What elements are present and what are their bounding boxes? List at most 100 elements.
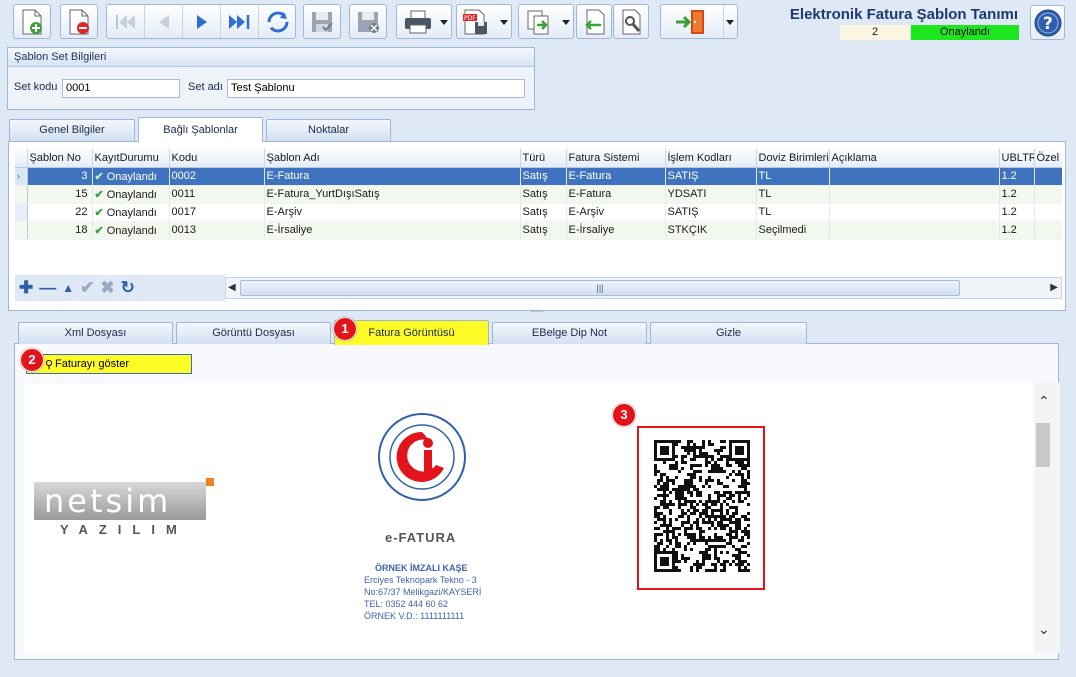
cell-desc[interactable] bbox=[829, 185, 1000, 204]
cancel-save-button[interactable] bbox=[349, 4, 387, 39]
column-header[interactable]: Kodu bbox=[169, 149, 265, 168]
tab-xml-file[interactable]: Xml Dosyası bbox=[18, 322, 173, 344]
cell-system[interactable]: E-Fatura bbox=[566, 167, 666, 186]
cell-special[interactable] bbox=[1034, 185, 1062, 204]
tab-general-info[interactable]: Genel Bilgiler bbox=[9, 119, 135, 141]
cell-desc[interactable] bbox=[829, 221, 1000, 240]
previous-record-button[interactable] bbox=[145, 5, 183, 38]
move-up-icon[interactable]: ▲ bbox=[62, 281, 74, 295]
column-header[interactable]: KayıtDurumu bbox=[92, 149, 170, 168]
cell-desc[interactable] bbox=[829, 167, 1000, 186]
cell-name[interactable]: E-Fatura_YurtDışıSatış bbox=[264, 185, 521, 204]
cell-ubl[interactable]: 1.2 bbox=[999, 185, 1035, 204]
exit-button[interactable] bbox=[660, 4, 738, 39]
cancel-edit-icon[interactable]: ✖ bbox=[100, 278, 114, 298]
table-row[interactable]: 18 ✔ Onaylandı 0013 E-İrsaliye Satış E-İr… bbox=[15, 221, 1062, 240]
table-row[interactable]: 22 ✔ Onaylandı 0017 E-Arşiv Satış E-Arşiv… bbox=[15, 203, 1062, 222]
cell-currency[interactable]: Seçilmedi bbox=[756, 221, 830, 240]
cell-currency[interactable]: TL bbox=[756, 185, 830, 204]
table-row[interactable]: › 3 ✔ Onaylandı 0002 E-Fatura Satış E-Fat… bbox=[15, 167, 1062, 186]
cell-type[interactable]: Satış bbox=[520, 167, 567, 186]
print-button[interactable] bbox=[396, 4, 452, 39]
cell-code[interactable]: 0017 bbox=[169, 203, 265, 222]
cell-template-no[interactable]: 22 bbox=[27, 203, 93, 222]
cell-status[interactable]: ✔ Onaylandı bbox=[92, 221, 170, 240]
first-record-button[interactable] bbox=[107, 5, 145, 38]
delete-button[interactable] bbox=[60, 4, 98, 39]
column-header[interactable]: Türü bbox=[520, 149, 567, 168]
tab-ebelge-footnote[interactable]: EBelge Dip Not bbox=[492, 322, 647, 344]
add-row-icon[interactable]: ✚ bbox=[19, 278, 33, 298]
tab-linked-templates[interactable]: Bağlı Şablonlar bbox=[138, 117, 263, 142]
column-header[interactable]: İşlem Kodları bbox=[665, 149, 757, 168]
tab-image-file[interactable]: Görüntü Dosyası bbox=[176, 322, 331, 344]
cell-name[interactable]: E-Fatura bbox=[264, 167, 521, 186]
cell-code[interactable]: 0002 bbox=[169, 167, 265, 186]
tab-invoice-view[interactable]: Fatura Görüntüsü bbox=[334, 320, 489, 345]
cell-template-no[interactable]: 15 bbox=[27, 185, 93, 204]
cell-template-no[interactable]: 3 bbox=[27, 167, 93, 186]
cell-system[interactable]: E-Arşiv bbox=[566, 203, 666, 222]
cell-currency[interactable]: TL bbox=[756, 167, 830, 186]
cell-type[interactable]: Satış bbox=[520, 203, 567, 222]
cell-name[interactable]: E-İrsaliye bbox=[264, 221, 521, 240]
cell-ops[interactable]: STKÇIK bbox=[665, 221, 757, 240]
new-button[interactable] bbox=[13, 4, 51, 39]
tab-points[interactable]: Noktalar bbox=[266, 119, 391, 141]
cell-template-no[interactable]: 18 bbox=[27, 221, 93, 240]
confirm-icon[interactable]: ✔ bbox=[80, 278, 94, 298]
column-header[interactable]: Şablon Adı bbox=[264, 149, 521, 168]
cell-ops[interactable]: SATIŞ bbox=[665, 167, 757, 186]
column-header[interactable]: Fatura Sistemi bbox=[566, 149, 666, 168]
cell-ubl[interactable]: 1.2 bbox=[999, 167, 1035, 186]
last-record-button[interactable] bbox=[221, 5, 259, 38]
cell-system[interactable]: E-İrsaliye bbox=[566, 221, 666, 240]
tab-hide[interactable]: Gizle bbox=[650, 322, 807, 344]
pdf-export-button[interactable]: PDF bbox=[456, 4, 512, 39]
cell-status[interactable]: ✔ Onaylandı bbox=[92, 203, 170, 222]
cell-currency[interactable]: TL bbox=[756, 203, 830, 222]
cell-code[interactable]: 0013 bbox=[169, 221, 265, 240]
cell-type[interactable]: Satış bbox=[520, 185, 567, 204]
export-button[interactable] bbox=[518, 4, 574, 39]
panel-splitter[interactable]: ..... bbox=[8, 305, 1066, 314]
cell-desc[interactable] bbox=[829, 203, 1000, 222]
show-invoice-button[interactable]: ⚲ Faturayı göster bbox=[26, 354, 192, 374]
import-button[interactable] bbox=[576, 4, 612, 39]
scroll-down-icon[interactable]: ⌄ bbox=[1038, 621, 1050, 638]
vertical-scrollbar[interactable]: ⌃ ⌄ bbox=[1034, 383, 1060, 653]
cell-ops[interactable]: SATIŞ bbox=[665, 203, 757, 222]
table-row[interactable]: 15 ✔ Onaylandı 0011 E-Fatura_YurtDışıSatı… bbox=[15, 185, 1062, 204]
cell-special[interactable] bbox=[1034, 167, 1062, 186]
cell-system[interactable]: E-Fatura bbox=[566, 185, 666, 204]
help-button[interactable]: ? bbox=[1030, 5, 1065, 40]
cell-status[interactable]: ✔ Onaylandı bbox=[92, 167, 170, 186]
cell-code[interactable]: 0011 bbox=[169, 185, 265, 204]
scroll-up-icon[interactable]: ⌃ bbox=[1038, 393, 1050, 410]
cell-ubl[interactable]: 1.2 bbox=[999, 221, 1035, 240]
set-name-field[interactable]: Test Şablonu bbox=[227, 79, 525, 98]
cell-name[interactable]: E-Arşiv bbox=[264, 203, 521, 222]
horizontal-scrollbar[interactable]: ◀ ||| ▶ bbox=[225, 277, 1062, 299]
column-header[interactable]: Doviz Birimleri bbox=[756, 149, 830, 168]
remove-row-icon[interactable]: — bbox=[39, 278, 56, 298]
cell-special[interactable] bbox=[1034, 203, 1062, 222]
vertical-scroll-thumb[interactable] bbox=[1036, 423, 1050, 467]
save-button[interactable] bbox=[303, 4, 341, 39]
cell-type[interactable]: Satış bbox=[520, 221, 567, 240]
column-header[interactable]: Açıklama bbox=[829, 149, 1000, 168]
scroll-right-icon[interactable]: ▶ bbox=[1050, 282, 1058, 293]
column-header[interactable]: Özel F bbox=[1034, 149, 1062, 168]
scroll-thumb[interactable]: ||| bbox=[240, 280, 960, 296]
set-code-field[interactable]: 0001 bbox=[62, 79, 180, 98]
cell-special[interactable] bbox=[1034, 221, 1062, 240]
next-record-button[interactable] bbox=[183, 5, 221, 38]
column-header[interactable]: Şablon No bbox=[27, 149, 93, 168]
cell-ubl[interactable]: 1.2 bbox=[999, 203, 1035, 222]
refresh-button[interactable] bbox=[259, 5, 297, 38]
scroll-left-icon[interactable]: ◀ bbox=[228, 282, 236, 293]
tools-button[interactable] bbox=[613, 4, 649, 39]
refresh-grid-icon[interactable]: ↻ bbox=[121, 278, 135, 298]
column-header[interactable]: UBLTR bbox=[999, 149, 1035, 168]
cell-ops[interactable]: YDSATI bbox=[665, 185, 757, 204]
